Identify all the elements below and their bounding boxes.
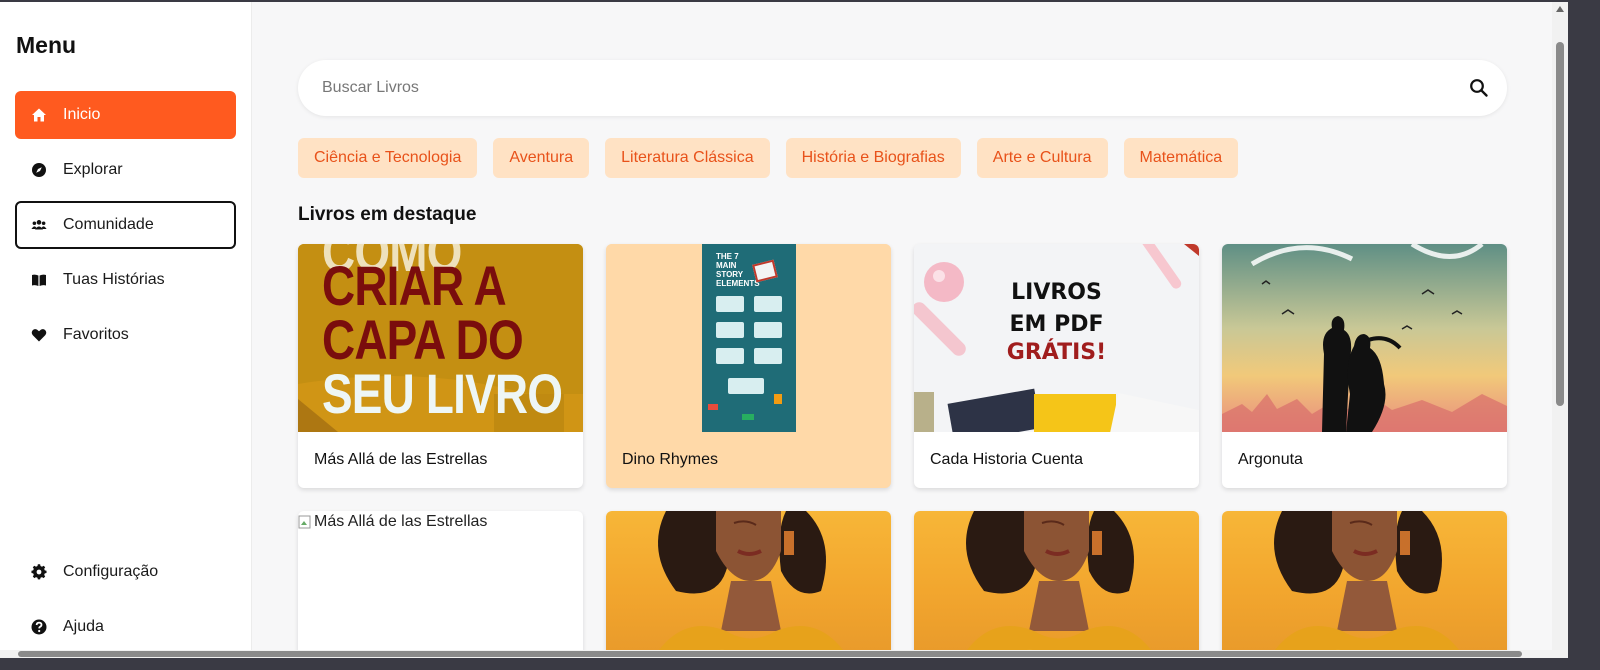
- book-title: Argonuta: [1238, 451, 1303, 468]
- sidebar-item-label: Favoritos: [63, 326, 129, 343]
- book-card[interactable]: [606, 511, 891, 670]
- woman-portrait-image: [646, 511, 856, 670]
- category-chip[interactable]: Arte e Cultura: [976, 138, 1108, 178]
- sidebar-item-label: Configuração: [63, 563, 159, 580]
- sidebar-item-explorar[interactable]: Explorar: [15, 146, 236, 194]
- book-card[interactable]: Argonuta: [1222, 244, 1507, 488]
- sidebar-item-comunidade[interactable]: Comunidade: [15, 201, 236, 249]
- sidebar-item-tuas-historias[interactable]: Tuas Histórias: [15, 256, 236, 304]
- sidebar-item-label: Tuas Histórias: [63, 271, 165, 288]
- book-cover: THE 7 MAIN STORY ELEMENTS: [606, 244, 891, 432]
- sidebar-title: Menu: [16, 32, 77, 58]
- book-icon: [29, 270, 49, 290]
- category-chip[interactable]: Ciência e Tecnologia: [298, 138, 478, 178]
- book-cover: [914, 511, 1199, 670]
- sidebar-item-label: Ajuda: [63, 618, 104, 635]
- book-cover: LIVROS EM PDF GRÁTIS!: [914, 244, 1199, 432]
- sidebar: Menu Inicio Explorar Comunidade Tuas His…: [0, 2, 252, 658]
- category-chip[interactable]: História e Biografias: [785, 138, 961, 178]
- woman-portrait-image: [954, 511, 1164, 670]
- gear-icon: [29, 562, 49, 582]
- cover-title-line: GRÁTIS!: [1006, 340, 1107, 365]
- broken-image: Más Allá de las Estrellas: [298, 511, 487, 531]
- horizontal-scrollbar[interactable]: [0, 650, 1552, 658]
- cover-title-line: CAPA DO: [322, 308, 524, 371]
- heart-icon: [29, 325, 49, 345]
- search-bar: [298, 60, 1507, 116]
- broken-image-icon: [298, 515, 311, 529]
- book-card[interactable]: THE 7 MAIN STORY ELEMENTS Dino Rhymes: [606, 244, 891, 488]
- book-card[interactable]: COMO CRIAR A CAPA DO SEU LIVRO Más Allá …: [298, 244, 583, 488]
- category-chip[interactable]: Matemática: [1123, 138, 1239, 178]
- sidebar-item-inicio[interactable]: Inicio: [15, 91, 236, 139]
- cover-illustration: [1222, 244, 1507, 432]
- category-chip[interactable]: Aventura: [493, 138, 590, 178]
- sidebar-item-label: Comunidade: [63, 216, 154, 233]
- book-card[interactable]: [914, 511, 1199, 670]
- search-input[interactable]: [298, 60, 1451, 116]
- book-card[interactable]: Más Allá de las Estrellas: [298, 511, 583, 670]
- cover-title-line: SEU LIVRO: [322, 362, 563, 425]
- category-chip[interactable]: Literatura Clássica: [605, 138, 770, 178]
- woman-portrait-image: [1262, 511, 1472, 670]
- book-card[interactable]: LIVROS EM PDF GRÁTIS! Cada Historia Cuen…: [914, 244, 1199, 488]
- book-cover: [1222, 511, 1507, 670]
- book-title: Cada Historia Cuenta: [930, 451, 1083, 468]
- horizontal-scrollbar-thumb[interactable]: [18, 651, 1522, 657]
- window-bottom-border: [0, 658, 1600, 670]
- cover-title-line: LIVROS: [1011, 280, 1102, 305]
- category-chips: Ciência e Tecnologia Aventura Literatura…: [298, 138, 1239, 178]
- sidebar-item-favoritos[interactable]: Favoritos: [15, 311, 236, 359]
- search-icon[interactable]: [1451, 60, 1507, 116]
- users-icon: [29, 215, 49, 235]
- book-title: Dino Rhymes: [622, 451, 719, 468]
- sidebar-item-ajuda[interactable]: Ajuda: [15, 603, 236, 651]
- book-card[interactable]: [1222, 511, 1507, 670]
- cover-poster: THE 7 MAIN STORY ELEMENTS: [702, 244, 796, 432]
- sidebar-item-label: Explorar: [63, 161, 123, 178]
- book-title: Más Allá de las Estrellas: [314, 451, 488, 468]
- sidebar-item-configuracao[interactable]: Configuração: [15, 548, 236, 596]
- window-right-border: [1568, 0, 1600, 670]
- book-cover: [606, 511, 891, 670]
- compass-icon: [29, 160, 49, 180]
- help-icon: [29, 617, 49, 637]
- vertical-scrollbar[interactable]: [1552, 2, 1568, 658]
- book-cover: [1222, 244, 1507, 432]
- cover-title-line: EM PDF: [1009, 312, 1104, 337]
- cover-illustration: [914, 244, 1199, 432]
- vertical-scrollbar-thumb[interactable]: [1556, 42, 1564, 406]
- book-cover: COMO CRIAR A CAPA DO SEU LIVRO: [298, 244, 583, 432]
- scroll-up-arrow-icon[interactable]: [1556, 6, 1564, 12]
- image-alt-text: Más Allá de las Estrellas: [314, 513, 488, 530]
- section-title: Livros em destaque: [298, 204, 477, 225]
- sidebar-item-label: Inicio: [63, 106, 101, 123]
- cover-title-line: CRIAR A: [322, 254, 507, 317]
- home-icon: [29, 105, 49, 125]
- main-content: Ciência e Tecnologia Aventura Literatura…: [252, 2, 1552, 670]
